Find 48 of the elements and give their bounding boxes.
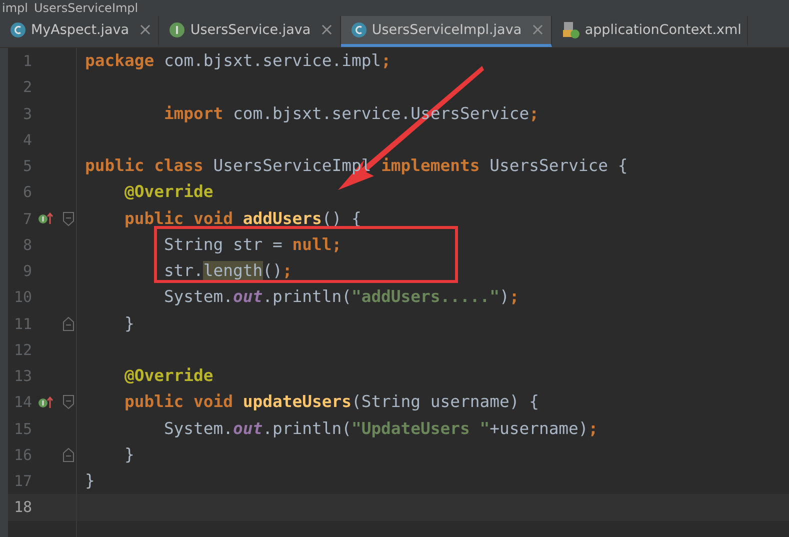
line-number: 15 [12,420,32,438]
line-number: 14 [12,393,32,412]
line-number: 7 [22,210,32,228]
line-number: 5 [22,157,32,176]
line-number: 2 [22,78,32,96]
xml-file-icon [562,21,580,39]
class-icon [10,22,26,38]
tab-label: MyAspect.java [31,22,130,38]
fold-marker-icon[interactable] [62,316,74,331]
line-number: 12 [12,340,32,359]
tab-label: UsersServiceImpl.java [372,22,522,38]
code-line: package com.bjsxt.service.impl; [85,51,391,70]
code-line: System.out.println("addUsers....."); [162,287,520,306]
code-line: System.out.println("UpdateUsers "+username); [162,418,598,438]
code-line: str.length(); [162,261,292,280]
line-number: 13 [12,367,32,386]
code-line: } [123,444,134,464]
code-line: @Override [123,182,214,202]
line-number: 3 [22,104,32,123]
tab-label: UsersService.java [190,22,311,38]
line-number: 10 [12,288,32,306]
line-number: 16 [12,446,32,464]
breadcrumb-item[interactable]: impl [2,1,28,15]
fold-marker-icon[interactable] [62,448,74,462]
line-number: 17 [12,472,32,490]
line-number: 6 [22,183,32,202]
editor-tab[interactable]: UsersServiceImpl.java × [340,16,552,47]
close-icon[interactable]: × [138,20,152,40]
line-number: 1 [22,52,32,70]
breadcrumb-item[interactable]: UsersServiceImpl [34,1,138,15]
line-number: 18 [12,498,32,516]
line-number: 4 [22,130,32,149]
tab-label: applicationContext.xml [584,22,742,38]
close-icon[interactable]: × [320,20,334,40]
code-line: } [85,471,95,490]
line-number: 8 [22,236,32,254]
line-number: 11 [12,314,32,333]
fold-marker-icon[interactable] [62,212,74,226]
code-line: String str = null; [162,234,342,254]
line-number: 9 [22,262,32,280]
code-line: public void updateUsers(String username) { [123,392,539,412]
override-marker-icon[interactable] [38,396,54,409]
fold-marker-icon[interactable] [62,395,74,410]
code-line: } [123,314,134,332]
code-line: @Override [123,366,214,385]
interface-icon [169,22,186,38]
override-marker-icon[interactable] [38,212,54,226]
class-icon [350,22,367,38]
